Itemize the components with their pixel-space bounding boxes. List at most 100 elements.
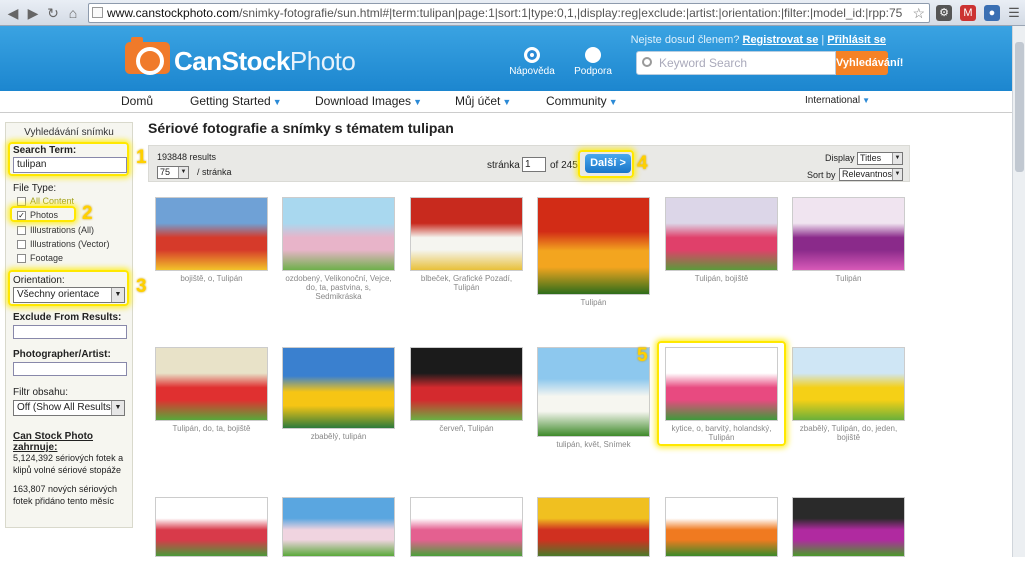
- tulip-photo[interactable]: [537, 347, 650, 437]
- back-icon[interactable]: ◀: [4, 4, 22, 22]
- help-button[interactable]: Nápověda: [502, 47, 562, 77]
- nav-item-home[interactable]: Domů: [121, 94, 153, 108]
- filetype-checkbox[interactable]: [17, 240, 26, 249]
- thumbnail[interactable]: ozdobený, Velikonoční, Vejce, do, ta, pa…: [282, 197, 395, 301]
- thumbnail[interactable]: [665, 497, 778, 587]
- results-toolbar: 193848 results 75 ▼ / stránka stránka 1 o…: [148, 145, 910, 182]
- nav-item-community[interactable]: Community ▼: [546, 94, 618, 108]
- tulip-photo[interactable]: [665, 497, 778, 557]
- sort-select[interactable]: Relevantnost ▼: [839, 168, 903, 181]
- sort-label: Sort by: [807, 170, 836, 180]
- vertical-scrollbar[interactable]: [1012, 26, 1025, 557]
- extension-globe-icon[interactable]: ●: [984, 5, 1000, 21]
- search-button[interactable]: Vyhledávání!: [836, 51, 903, 75]
- tulip-photo[interactable]: [155, 497, 268, 557]
- thumbnail[interactable]: zbabělý, Tulipán, do, jeden, bojiště: [792, 347, 905, 451]
- filetype-label[interactable]: All Content: [30, 196, 74, 206]
- filetype-checkbox[interactable]: [17, 226, 26, 235]
- includes-heading[interactable]: Can Stock Photo zahrnuje:: [13, 431, 132, 453]
- tulip-photo[interactable]: [282, 197, 395, 271]
- page-title: Sériové fotografie a snímky s tématem tu…: [148, 120, 454, 136]
- keyword-search-input[interactable]: Keyword Search: [636, 51, 836, 75]
- page-total: of 245: [550, 160, 578, 171]
- thumbnail[interactable]: Tulipán: [792, 197, 905, 301]
- tulip-photo[interactable]: [410, 497, 523, 557]
- scrollbar-thumb[interactable]: [1015, 42, 1024, 172]
- account-links: Nejste dosud členem? Registrovat se | Př…: [630, 34, 886, 46]
- page-number-input[interactable]: 1: [522, 157, 546, 172]
- tulip-photo[interactable]: [155, 197, 268, 271]
- thumbnail[interactable]: Tulipán, do, ta, bojiště: [155, 347, 268, 451]
- browser-toolbar: ◀ ▶ ↻ ⌂ www.canstockphoto.com/snimky-fot…: [0, 0, 1025, 26]
- thumbnail[interactable]: [282, 497, 395, 587]
- chevron-down-icon: ▼: [862, 96, 870, 105]
- page-icon: [92, 7, 103, 18]
- tulip-photo[interactable]: [665, 197, 778, 271]
- reload-icon[interactable]: ↻: [44, 4, 62, 22]
- thumbnail[interactable]: Tulipán: [537, 197, 650, 325]
- nav-item-getting-started[interactable]: Getting Started ▼: [190, 94, 282, 108]
- highlight-orientation: [8, 270, 129, 306]
- camera-logo-icon[interactable]: [125, 37, 170, 75]
- filetype-label[interactable]: Illustrations (All): [30, 225, 94, 235]
- chevron-down-icon: ▼: [502, 97, 512, 107]
- highlight-search-term: [8, 142, 129, 176]
- thumbnail[interactable]: zbabělý, tulipán: [282, 347, 395, 459]
- thumbnail[interactable]: Tulipán, bojiště: [665, 197, 778, 301]
- tulip-photo[interactable]: [282, 347, 395, 429]
- photographer-label: Photographer/Artist:: [13, 349, 111, 360]
- filetype-checkbox[interactable]: [17, 254, 26, 263]
- home-icon[interactable]: ⌂: [64, 4, 82, 22]
- address-bar[interactable]: www.canstockphoto.com/snimky-fotografie/…: [88, 3, 930, 23]
- highlight-photos: [10, 206, 76, 222]
- international-menu[interactable]: International ▼: [805, 95, 870, 106]
- display-select[interactable]: Titles ▼: [857, 152, 903, 165]
- thumbnail[interactable]: [410, 497, 523, 587]
- thumbnail[interactable]: červeň, Tulipán: [410, 347, 523, 451]
- extension-gear-icon[interactable]: ⚙: [936, 5, 952, 21]
- register-link[interactable]: Registrovat se: [743, 34, 819, 46]
- tulip-photo[interactable]: [282, 497, 395, 557]
- support-button[interactable]: Podpora: [563, 47, 623, 77]
- thumbnail-caption: tulipán, květ, Snímek: [556, 440, 631, 449]
- thumbnail[interactable]: [155, 497, 268, 587]
- annotation-1: 1: [136, 147, 147, 168]
- login-link[interactable]: Přihlásit se: [827, 34, 886, 46]
- tulip-photo[interactable]: [792, 347, 905, 421]
- tulip-photo[interactable]: [410, 197, 523, 271]
- page-label: stránka: [487, 160, 520, 171]
- thumbnail-caption: Tulipán, bojiště: [694, 274, 749, 283]
- thumbnail[interactable]: blbeček, Grafické Pozadí, Tulipán: [410, 197, 523, 301]
- thumbnail-caption: Tulipán: [580, 298, 607, 307]
- thumbnail[interactable]: bojiště, o, Tulipán: [155, 197, 268, 301]
- chevron-down-icon: ▼: [272, 97, 282, 107]
- tulip-photo[interactable]: [792, 197, 905, 271]
- per-page-select[interactable]: 75 ▼: [157, 166, 189, 179]
- annotation-2: 2: [82, 203, 93, 224]
- bookmark-star-icon[interactable]: ☆: [912, 4, 925, 22]
- nav-item-download-images[interactable]: Download Images ▼: [315, 94, 422, 108]
- tulip-photo[interactable]: [792, 497, 905, 557]
- thumbnail[interactable]: [537, 497, 650, 587]
- exclude-input[interactable]: [13, 325, 127, 339]
- site-logo[interactable]: CanStockPhoto: [174, 46, 356, 77]
- thumbnail[interactable]: tulipán, květ, Snímek: [537, 347, 650, 467]
- exclude-label: Exclude From Results:: [13, 312, 122, 323]
- forward-icon[interactable]: ▶: [24, 4, 42, 22]
- filetype-label[interactable]: Illustrations (Vector): [30, 239, 110, 249]
- gmail-icon[interactable]: M: [960, 5, 976, 21]
- per-page-label: / stránka: [197, 167, 232, 177]
- wrench-menu-icon[interactable]: ☰: [1006, 5, 1022, 21]
- tulip-photo[interactable]: [155, 347, 268, 421]
- content-filter-select[interactable]: Off (Show All Results) ▼: [13, 400, 125, 416]
- tulip-photo[interactable]: [537, 497, 650, 557]
- nav-item-my-account[interactable]: Můj účet ▼: [455, 94, 511, 108]
- chevron-down-icon: ▼: [178, 167, 188, 178]
- photographer-input[interactable]: [13, 362, 127, 376]
- thumbnail[interactable]: [792, 497, 905, 587]
- filetype-label[interactable]: Footage: [30, 253, 63, 263]
- filetype-checkbox[interactable]: [17, 197, 26, 206]
- thumbnail-caption: bojiště, o, Tulipán: [180, 274, 243, 283]
- tulip-photo[interactable]: [537, 197, 650, 295]
- tulip-photo[interactable]: [410, 347, 523, 421]
